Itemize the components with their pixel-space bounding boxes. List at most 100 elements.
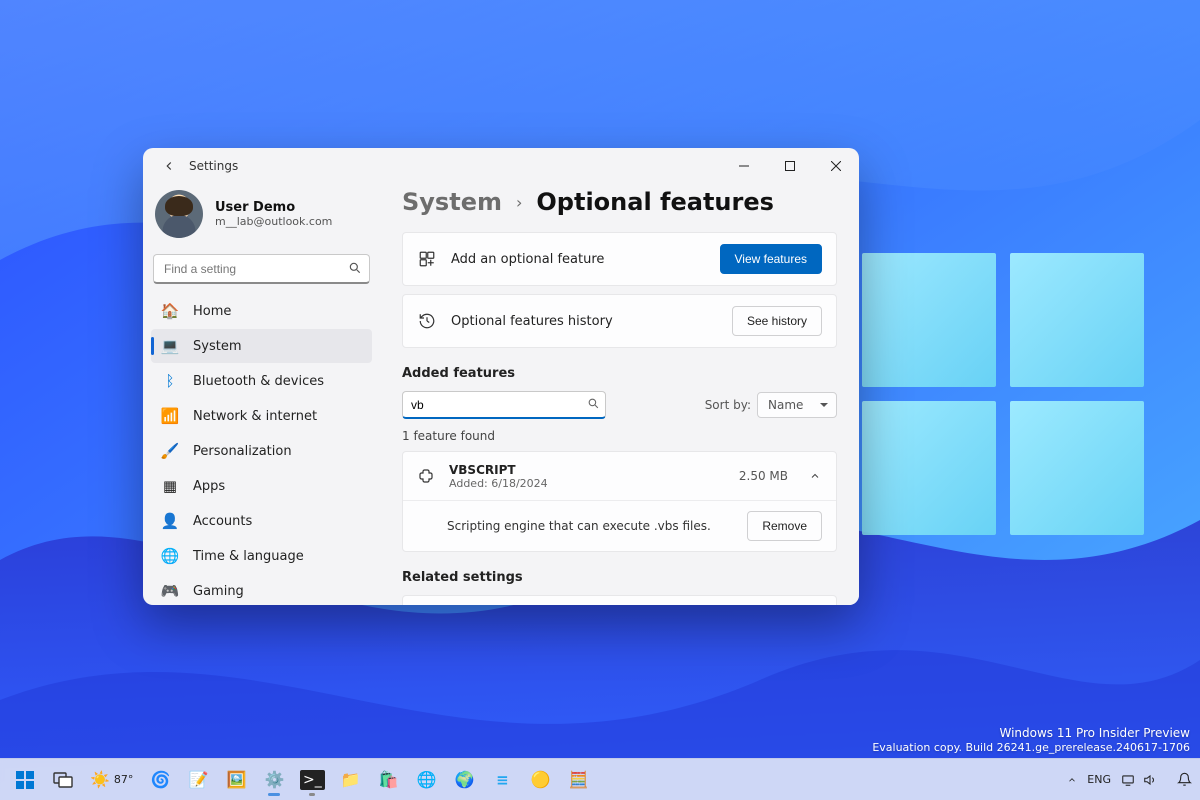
network-tray-icon[interactable] (1121, 773, 1135, 787)
start-button[interactable] (8, 763, 42, 797)
add-feature-label: Add an optional feature (451, 252, 706, 267)
settings-window: Settings User Demo m__lab@outlook.com 🏠 H… (143, 148, 859, 605)
more-features-card[interactable]: More Windows features (402, 595, 837, 605)
feature-name: VBSCRIPT (449, 463, 725, 477)
brush-icon: 🖌️ (161, 442, 179, 460)
add-feature-card: Add an optional feature View features (402, 232, 837, 286)
nav-label: Home (193, 304, 231, 319)
history-card: Optional features history See history (402, 294, 837, 348)
tray-overflow-button[interactable] (1067, 775, 1077, 785)
task-view-button[interactable] (46, 763, 80, 797)
avatar (155, 190, 203, 238)
maximize-button[interactable] (767, 148, 813, 184)
feature-item-vbscript: VBSCRIPT Added: 6/18/2024 2.50 MB Script… (402, 451, 837, 552)
profile-name: User Demo (215, 200, 332, 215)
page-title: Optional features (536, 188, 774, 216)
apps-icon: ▦ (161, 477, 179, 495)
person-icon: 👤 (161, 512, 179, 530)
globe-icon: 🌐 (161, 547, 179, 565)
chevron-right-icon: › (516, 193, 522, 212)
sidebar: User Demo m__lab@outlook.com 🏠 Home 💻 Syst… (143, 184, 380, 605)
watermark-line1: Windows 11 Pro Insider Preview (872, 725, 1190, 741)
nav-label: Accounts (193, 514, 252, 529)
taskbar-app-copilot[interactable]: 🌀 (143, 763, 177, 797)
back-button[interactable] (155, 152, 183, 180)
content: System › Optional features Add an option… (380, 184, 859, 605)
profile-email: m__lab@outlook.com (215, 215, 332, 228)
nav-time[interactable]: 🌐 Time & language (151, 539, 372, 573)
feature-size: 2.50 MB (739, 469, 788, 483)
remove-button[interactable]: Remove (747, 511, 822, 541)
wifi-icon: 📶 (161, 407, 179, 425)
taskbar-app-settings[interactable]: ⚙️ (257, 763, 291, 797)
nav-system[interactable]: 💻 System (151, 329, 372, 363)
taskbar-app-chrome[interactable]: 🟡 (523, 763, 557, 797)
taskbar-app-calculator[interactable]: 🧮 (561, 763, 595, 797)
breadcrumb-system[interactable]: System (402, 188, 502, 216)
taskbar-app-notepad[interactable]: 📝 (181, 763, 215, 797)
taskbar-app-terminal[interactable]: >_ (295, 763, 329, 797)
nav: 🏠 Home 💻 System ᛒ Bluetooth & devices 📶 Netw… (151, 294, 372, 605)
nav-personalization[interactable]: 🖌️ Personalization (151, 434, 372, 468)
weather-widget[interactable]: ☀️ 87° (84, 763, 139, 797)
nav-home[interactable]: 🏠 Home (151, 294, 372, 328)
see-history-button[interactable]: See history (732, 306, 822, 336)
watermark-line2: Evaluation copy. Build 26241.ge_prerelea… (872, 741, 1190, 756)
settings-search-input[interactable] (153, 254, 370, 284)
sort-value: Name (768, 398, 803, 412)
profile[interactable]: User Demo m__lab@outlook.com (151, 184, 372, 254)
bluetooth-icon: ᛒ (161, 372, 179, 390)
chevron-up-icon[interactable] (808, 469, 822, 483)
puzzle-icon (417, 467, 435, 485)
nav-label: Apps (193, 479, 225, 494)
gamepad-icon: 🎮 (161, 582, 179, 600)
results-count: 1 feature found (402, 429, 837, 443)
insider-watermark: Windows 11 Pro Insider Preview Evaluatio… (872, 725, 1190, 756)
home-icon: 🏠 (161, 302, 179, 320)
taskbar-app-photos[interactable]: 🖼️ (219, 763, 253, 797)
taskbar[interactable]: ☀️ 87° 🌀 📝 🖼️ ⚙️ >_ 📁 🛍️ 🌐 🌍 ≡ 🟡 🧮 ENG (0, 758, 1200, 800)
nav-label: Bluetooth & devices (193, 374, 324, 389)
history-icon (417, 312, 437, 330)
nav-label: Network & internet (193, 409, 317, 424)
notifications-button[interactable] (1177, 772, 1192, 787)
taskbar-app-edge-dev[interactable]: 🌍 (447, 763, 481, 797)
language-indicator[interactable]: ENG (1087, 773, 1111, 786)
added-features-heading: Added features (402, 366, 837, 381)
search-icon (587, 397, 600, 410)
feature-header[interactable]: VBSCRIPT Added: 6/18/2024 2.50 MB (403, 452, 836, 500)
view-features-button[interactable]: View features (720, 244, 823, 274)
nav-label: Time & language (193, 549, 304, 564)
minimize-button[interactable] (721, 148, 767, 184)
feature-filter-input[interactable] (402, 391, 606, 419)
nav-gaming[interactable]: 🎮 Gaming (151, 574, 372, 605)
taskbar-app-explorer[interactable]: 📁 (333, 763, 367, 797)
window-title: Settings (189, 159, 238, 173)
nav-network[interactable]: 📶 Network & internet (151, 399, 372, 433)
sun-icon: ☀️ (90, 770, 110, 789)
taskbar-app-edge[interactable]: 🌐 (409, 763, 443, 797)
taskbar-app-store[interactable]: 🛍️ (371, 763, 405, 797)
feature-description: Scripting engine that can execute .vbs f… (447, 519, 733, 533)
system-icon: 💻 (161, 337, 179, 355)
nav-bluetooth[interactable]: ᛒ Bluetooth & devices (151, 364, 372, 398)
titlebar[interactable]: Settings (143, 148, 859, 184)
sort-dropdown[interactable]: Name (757, 392, 837, 418)
nav-accounts[interactable]: 👤 Accounts (151, 504, 372, 538)
feature-filter[interactable] (402, 391, 606, 419)
feature-added-date: Added: 6/18/2024 (449, 477, 725, 490)
desktop-windows-logo (862, 253, 1144, 535)
add-icon (417, 250, 437, 268)
history-label: Optional features history (451, 314, 718, 329)
close-button[interactable] (813, 148, 859, 184)
related-settings-heading: Related settings (402, 570, 837, 585)
taskbar-app-vscode[interactable]: ≡ (485, 763, 519, 797)
settings-search[interactable] (153, 254, 370, 284)
volume-tray-icon[interactable] (1143, 773, 1157, 787)
nav-apps[interactable]: ▦ Apps (151, 469, 372, 503)
nav-label: Personalization (193, 444, 292, 459)
nav-label: Gaming (193, 584, 244, 599)
nav-label: System (193, 339, 241, 354)
weather-temp: 87° (114, 774, 134, 785)
search-icon (348, 261, 362, 275)
